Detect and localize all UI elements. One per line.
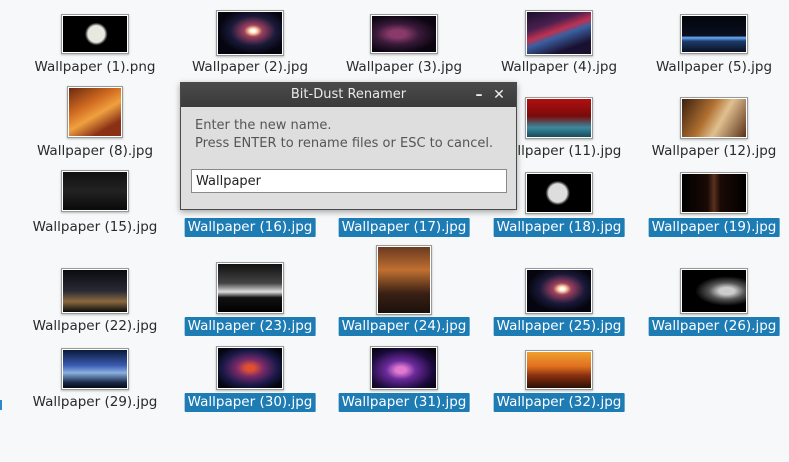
dialog-message-line2: Press ENTER to rename files or ESC to ca…	[195, 136, 494, 151]
file-label[interactable]: Wallpaper (22).jpg	[30, 317, 161, 336]
thumbnail-image	[372, 348, 436, 388]
file-label[interactable]: Wallpaper (29).jpg	[30, 393, 161, 412]
thumbnail-image	[682, 174, 746, 212]
thumbnail-image	[218, 264, 282, 312]
thumbnail-image	[527, 174, 591, 212]
file-label[interactable]: Wallpaper (24).jpg	[338, 317, 470, 336]
file-label[interactable]: Wallpaper (30).jpg	[184, 393, 316, 412]
file-thumbnail[interactable]	[680, 14, 748, 54]
file-thumbnail[interactable]	[680, 97, 748, 139]
file-label[interactable]: Wallpaper (18).jpg	[493, 218, 625, 237]
file-label[interactable]: Wallpaper (1).png	[32, 58, 159, 77]
file-label[interactable]: Wallpaper (3).jpg	[343, 58, 465, 77]
file-thumbnail[interactable]	[525, 350, 593, 390]
thumbnail-image	[218, 348, 282, 388]
file-thumbnail[interactable]	[376, 245, 432, 315]
file-thumbnail[interactable]	[370, 346, 438, 390]
dialog-message-line1: Enter the new name.	[195, 118, 332, 133]
thumbnail-image	[527, 270, 591, 312]
file-label[interactable]: Wallpaper (25).jpg	[493, 317, 625, 336]
file-label[interactable]: Wallpaper (16).jpg	[184, 218, 316, 237]
file-thumbnail[interactable]	[680, 172, 748, 214]
thumbnail-image	[63, 350, 127, 388]
thumbnail-image	[682, 99, 746, 137]
file-thumbnail[interactable]	[216, 262, 284, 314]
dialog-titlebar[interactable]: Bit-Dust Renamer – ✕	[181, 83, 516, 107]
thumbnail-image	[372, 16, 436, 52]
file-thumbnail[interactable]	[525, 10, 593, 56]
file-label[interactable]: Wallpaper (17).jpg	[338, 218, 470, 237]
close-icon[interactable]: ✕	[488, 83, 510, 107]
file-thumbnail[interactable]	[61, 14, 129, 54]
dialog-message: Enter the new name. Press ENTER to renam…	[195, 117, 493, 153]
file-thumbnail[interactable]	[680, 268, 748, 314]
thumbnail-image	[682, 16, 746, 52]
file-label[interactable]: Wallpaper (15).jpg	[30, 218, 161, 237]
file-label[interactable]: Wallpaper (32).jpg	[493, 393, 625, 412]
file-label[interactable]: Wallpaper (31).jpg	[338, 393, 470, 412]
thumbnail-image	[527, 12, 591, 54]
file-thumbnail[interactable]	[61, 348, 129, 390]
thumbnail-image	[63, 172, 127, 210]
file-thumbnail[interactable]	[525, 97, 593, 139]
thumbnail-image	[527, 352, 591, 388]
file-label[interactable]: Wallpaper (8).jpg	[34, 142, 156, 161]
thumbnail-image	[63, 16, 127, 52]
thumbnail-image	[69, 88, 121, 136]
thumbnail-image	[378, 247, 430, 313]
file-label[interactable]: Wallpaper (23).jpg	[184, 317, 316, 336]
selection-edge	[0, 400, 2, 410]
thumbnail-image	[527, 99, 591, 137]
thumbnail-image	[218, 12, 282, 54]
file-label[interactable]: Wallpaper (26).jpg	[648, 317, 780, 336]
file-thumbnail[interactable]	[216, 10, 284, 56]
file-thumbnail[interactable]	[525, 268, 593, 314]
file-thumbnail[interactable]	[61, 170, 129, 212]
file-label[interactable]: Wallpaper (5).jpg	[653, 58, 775, 77]
file-label[interactable]: Wallpaper (12).jpg	[649, 142, 780, 161]
rename-dialog: Bit-Dust Renamer – ✕ Enter the new name.…	[180, 82, 517, 210]
thumbnail-image	[682, 270, 746, 312]
file-thumbnail[interactable]	[525, 172, 593, 214]
dialog-title: Bit-Dust Renamer	[290, 87, 407, 102]
file-thumbnail[interactable]	[370, 14, 438, 54]
file-thumbnail[interactable]	[61, 268, 129, 314]
file-thumbnail[interactable]	[67, 86, 123, 138]
minimize-icon[interactable]: –	[468, 83, 490, 107]
file-label[interactable]: Wallpaper (2).jpg	[189, 58, 311, 77]
new-name-input[interactable]	[191, 169, 507, 193]
thumbnail-image	[63, 270, 127, 312]
file-thumbnail[interactable]	[216, 346, 284, 390]
file-label[interactable]: Wallpaper (4).jpg	[498, 58, 620, 77]
file-label[interactable]: Wallpaper (19).jpg	[648, 218, 780, 237]
